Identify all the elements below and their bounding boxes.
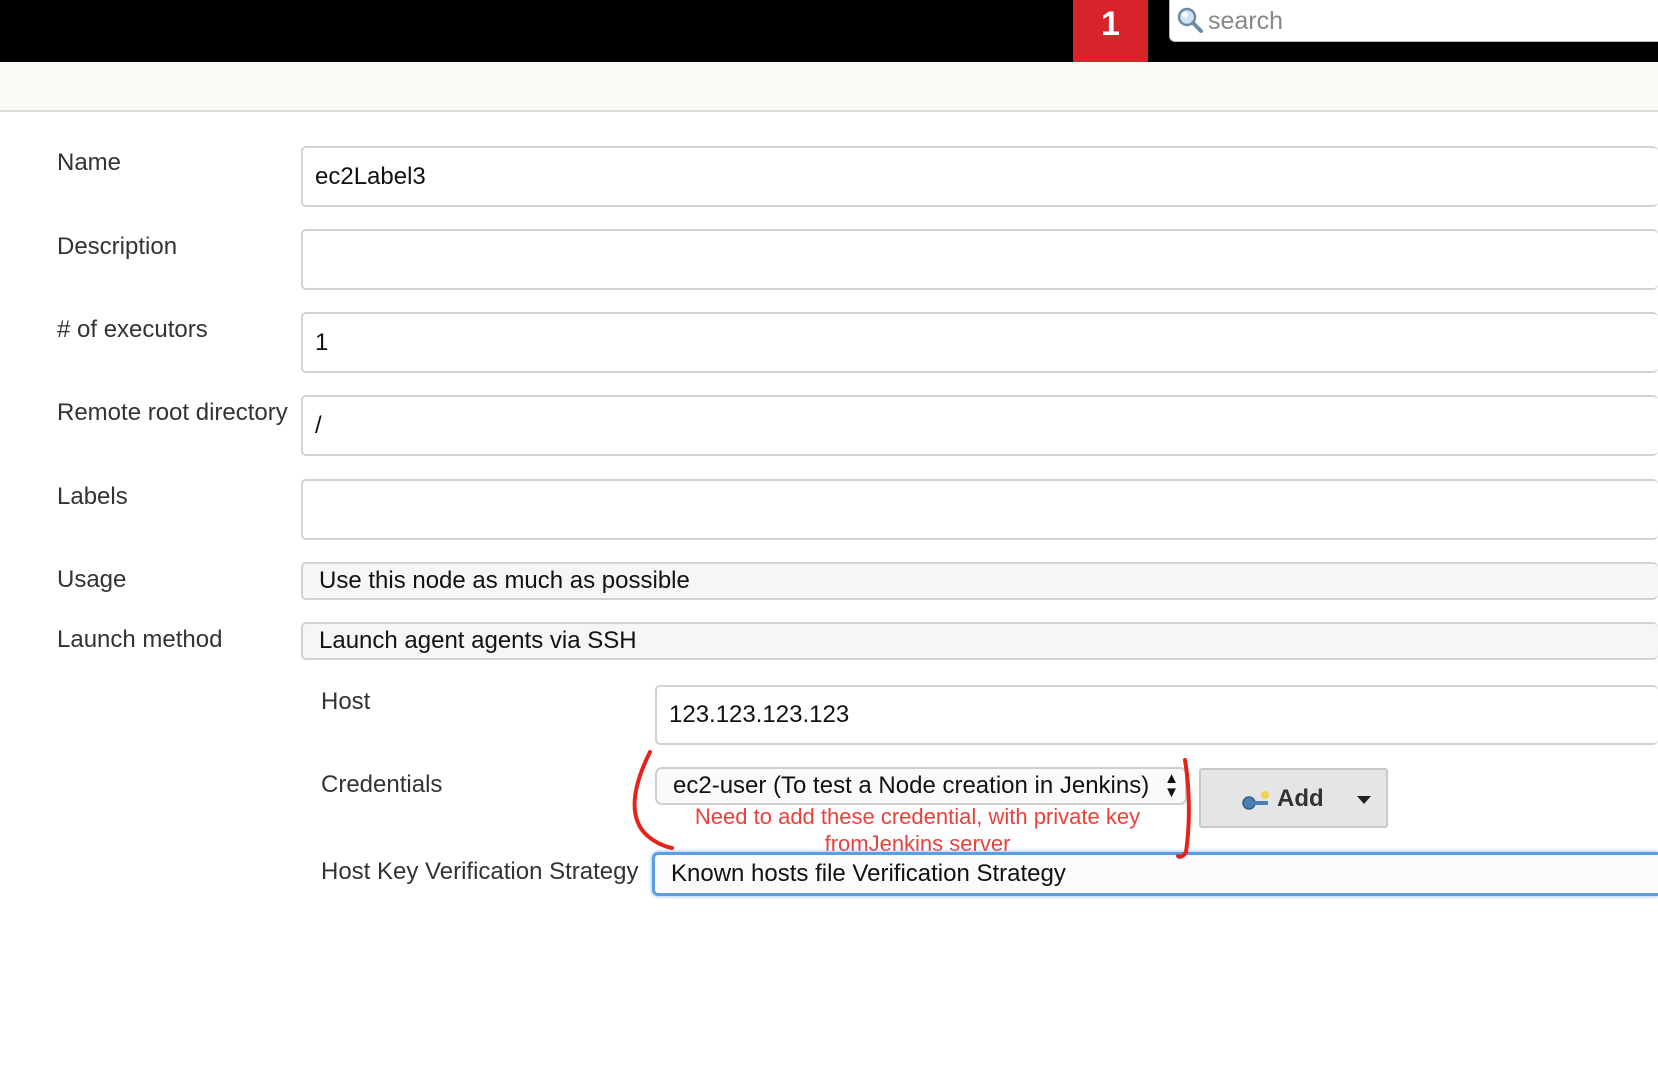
search-input[interactable]: search bbox=[1208, 7, 1283, 36]
launch-method-label: Launch method bbox=[57, 626, 223, 653]
annotation-note: Need to add these credential, with priva… bbox=[655, 803, 1180, 857]
usage-select[interactable]: Use this node as much as possible bbox=[301, 562, 1658, 600]
description-label: Description bbox=[57, 233, 178, 260]
host-label: Host bbox=[321, 688, 371, 715]
credentials-label: Credentials bbox=[321, 771, 443, 798]
search-box[interactable]: search bbox=[1169, 0, 1658, 42]
hkv-label: Host Key Verification Strategy bbox=[321, 858, 639, 885]
remote-root-field[interactable]: / bbox=[301, 395, 1658, 456]
labels-field[interactable] bbox=[301, 479, 1658, 540]
add-button-label: Add bbox=[1277, 785, 1324, 812]
executors-field[interactable]: 1 bbox=[301, 312, 1658, 373]
hkv-select[interactable]: Known hosts file Verification Strategy bbox=[652, 852, 1658, 896]
executors-label: # of executors bbox=[57, 316, 208, 343]
host-field[interactable]: 123.123.123.123 bbox=[655, 685, 1658, 745]
usage-label: Usage bbox=[57, 566, 127, 593]
name-field[interactable]: ec2Label3 bbox=[301, 146, 1658, 207]
chevron-down-icon[interactable] bbox=[1357, 796, 1371, 804]
notification-badge[interactable]: 1 bbox=[1073, 0, 1148, 62]
credentials-value: ec2-user (To test a Node creation in Jen… bbox=[673, 772, 1150, 799]
launch-method-select[interactable]: Launch agent agents via SSH bbox=[301, 622, 1658, 660]
add-credentials-button[interactable]: Add bbox=[1199, 768, 1388, 828]
remote-root-label: Remote root directory bbox=[57, 399, 288, 426]
annotation-line-1: Need to add these credential, with priva… bbox=[694, 804, 1141, 829]
labels-label: Labels bbox=[57, 483, 128, 510]
magnifier-icon bbox=[1177, 7, 1203, 33]
breadcrumb-bar bbox=[0, 62, 1658, 112]
select-arrows-icon: ▲ ▼ bbox=[1164, 770, 1179, 801]
description-field[interactable] bbox=[301, 229, 1658, 290]
name-label: Name bbox=[57, 149, 122, 176]
key-icon bbox=[1242, 791, 1269, 810]
credentials-select[interactable]: ec2-user (To test a Node creation in Jen… bbox=[655, 767, 1187, 805]
